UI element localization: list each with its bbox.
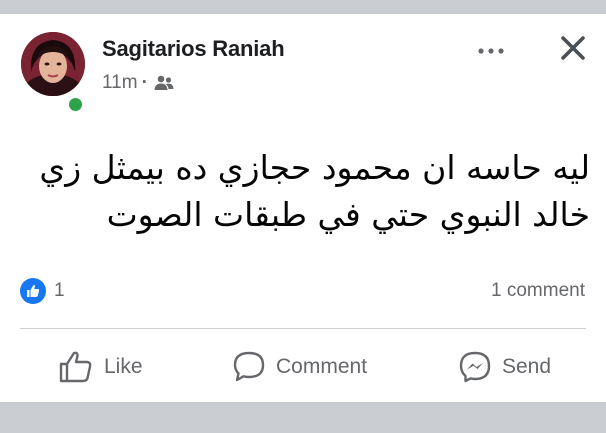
author-name[interactable]: Sagitarios Raniah bbox=[102, 36, 285, 62]
more-options-icon[interactable] bbox=[476, 36, 506, 66]
post-text: ليه حاسه ان محمود حجازي ده بيمثل زي خالد… bbox=[39, 148, 590, 234]
profile-photo bbox=[21, 32, 85, 96]
messenger-icon bbox=[459, 351, 491, 383]
meta-separator: · bbox=[141, 72, 148, 93]
like-label: Like bbox=[104, 355, 143, 378]
post-card: Sagitarios Raniah 11m · ليه حاسه ان محمو… bbox=[0, 14, 606, 402]
comment-button[interactable]: Comment bbox=[232, 347, 367, 387]
post-time[interactable]: 11m bbox=[102, 72, 138, 94]
reaction-count: 1 bbox=[54, 280, 65, 301]
online-status-indicator bbox=[66, 95, 85, 114]
like-reaction-icon bbox=[20, 278, 46, 304]
comment-count-link[interactable]: 1 comment bbox=[491, 280, 585, 302]
avatar[interactable] bbox=[21, 32, 85, 114]
like-button[interactable]: Like bbox=[58, 347, 143, 387]
send-button[interactable]: Send bbox=[458, 347, 551, 387]
friends-icon[interactable] bbox=[154, 75, 174, 91]
post-meta: 11m · bbox=[102, 72, 174, 94]
thumbs-up-icon bbox=[59, 351, 92, 383]
send-label: Send bbox=[502, 355, 552, 378]
divider bbox=[20, 328, 586, 329]
close-icon[interactable] bbox=[556, 31, 590, 65]
comment-label: Comment bbox=[276, 355, 368, 378]
reaction-summary[interactable]: 1 bbox=[20, 278, 65, 304]
comment-icon bbox=[233, 351, 265, 382]
